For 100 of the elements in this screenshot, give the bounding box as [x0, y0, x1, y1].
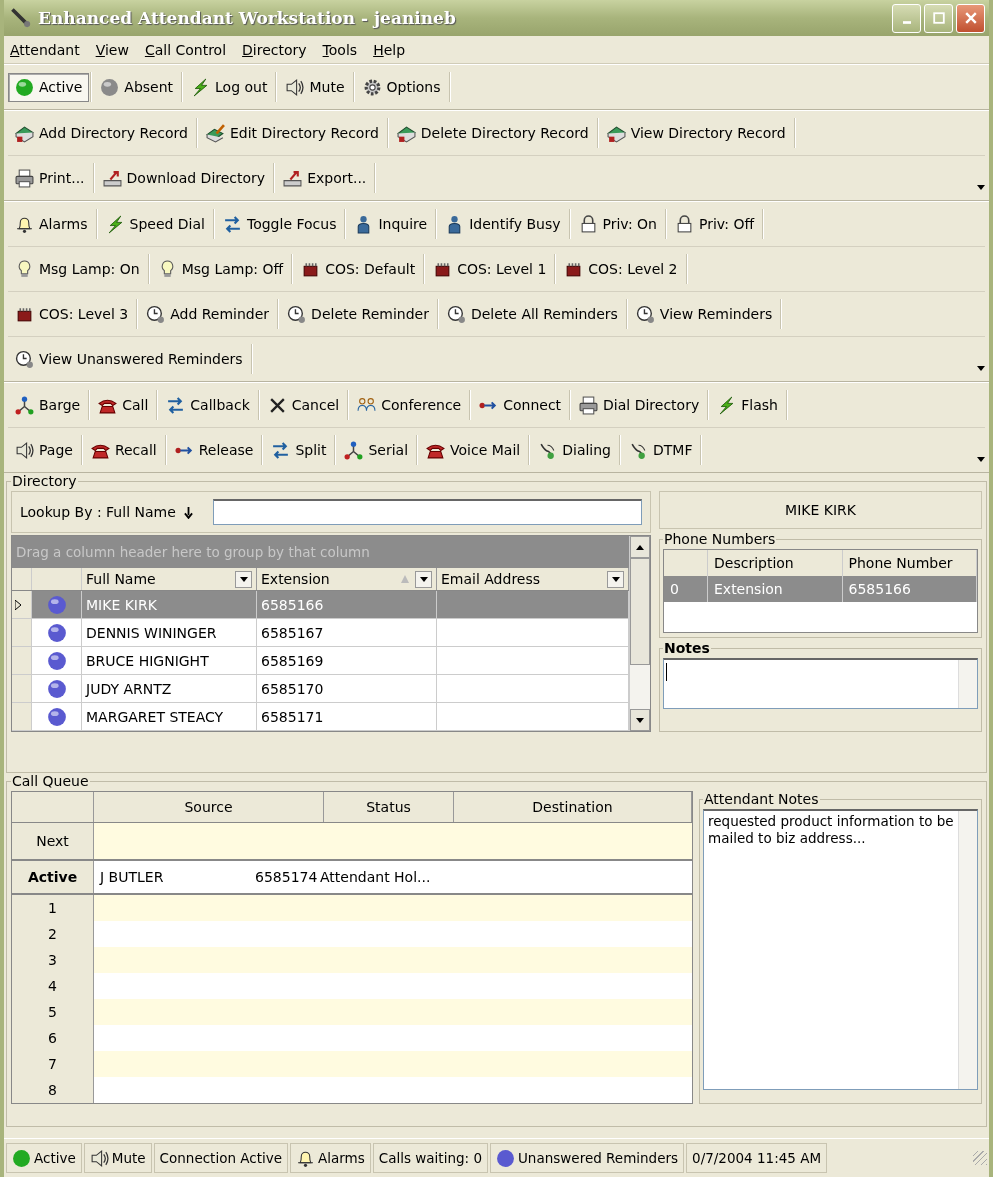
scrollbar[interactable] [958, 660, 977, 708]
toolbar-button[interactable]: Connect [472, 390, 569, 420]
toolbar-button[interactable]: Voice Mail [419, 435, 528, 465]
status-ball-icon [45, 706, 68, 727]
dropdown-button[interactable] [415, 570, 432, 588]
toolbar-button[interactable]: Priv: On [571, 209, 664, 239]
column-header[interactable]: Source [94, 792, 324, 822]
toolbar-button[interactable]: Split [264, 435, 334, 465]
toolbar-button[interactable]: Inquire [347, 209, 435, 239]
status-ball-icon [15, 77, 34, 97]
notes-field[interactable] [663, 658, 978, 709]
status-ball-icon [45, 650, 68, 671]
sort-arrow-icon [401, 575, 409, 583]
toolbar-button[interactable]: Priv: Off [667, 209, 762, 239]
close-button[interactable] [956, 3, 985, 33]
dropdown-button[interactable] [607, 570, 624, 588]
toolbar-button[interactable]: Download Directory [95, 163, 273, 193]
toolbar-button[interactable]: Mute [278, 72, 352, 102]
directory-row[interactable]: BRUCE HIGNIGHT 6585169 [12, 647, 629, 675]
overflow-arrow-icon[interactable] [977, 365, 985, 371]
column-header[interactable]: Status [324, 792, 454, 822]
toolbar-button[interactable]: Alarms [8, 209, 95, 239]
table-cell: 6585169 [257, 647, 437, 674]
toolbar-button[interactable]: Edit Directory Record [198, 118, 386, 148]
menu-item[interactable]: Call Control [144, 41, 227, 58]
status-text: Active [34, 1150, 76, 1166]
toolbar-button[interactable]: Page [8, 435, 80, 465]
toolbar-button[interactable]: Delete Directory Record [389, 118, 596, 148]
table-cell: 6585166 [842, 576, 977, 602]
toolbar-button[interactable]: DTMF [622, 435, 700, 465]
toolbar-button[interactable]: COS: Level 1 [426, 254, 554, 284]
toolbar-button[interactable]: Conference [350, 390, 469, 420]
toolbar-button[interactable]: Absent [93, 72, 181, 102]
toolbar-button[interactable]: Delete Reminder [280, 299, 436, 329]
table-cell: 6585166 [257, 591, 437, 618]
toolbar-button[interactable]: Msg Lamp: On [8, 254, 147, 284]
toolbar-button[interactable]: Toggle Focus [216, 209, 344, 239]
toolbar-button[interactable]: Speed Dial [98, 209, 212, 239]
directory-row[interactable]: MARGARET STEACY 6585171 [12, 703, 629, 731]
section-title: Phone Numbers [663, 531, 777, 547]
toolbar-button[interactable]: Log out [184, 72, 275, 102]
toolbar-button[interactable]: Callback [159, 390, 257, 420]
nodes-icon [344, 440, 364, 460]
lookup-field[interactable] [212, 499, 642, 525]
toolbar-button[interactable]: Dial Directory [572, 390, 707, 420]
toolbar-button[interactable]: Export... [276, 163, 374, 193]
down-arrow-icon[interactable] [636, 717, 644, 723]
toolbar-button[interactable]: Serial [337, 435, 416, 465]
toolbar-button[interactable]: Dialing [531, 435, 618, 465]
toolbar-button[interactable]: View Reminders [628, 299, 780, 329]
toolbar-button[interactable]: Flash [710, 390, 785, 420]
overflow-arrow-icon[interactable] [977, 184, 985, 190]
toolbar-button[interactable]: COS: Default [294, 254, 423, 284]
toolbar-button[interactable]: Barge [8, 390, 88, 420]
dropdown-button[interactable] [235, 570, 252, 588]
arrows-icon [166, 395, 186, 415]
column-header[interactable]: Destination [454, 792, 692, 822]
notes-text: requested product information to be mailed to biz address... [707, 812, 955, 848]
scrollbar[interactable] [958, 811, 977, 1089]
directory-row[interactable]: JUDY ARNTZ 6585170 [12, 675, 629, 703]
overflow-arrow-icon[interactable] [977, 456, 985, 462]
toolbar-button[interactable]: Release [167, 435, 261, 465]
status-ball-icon [100, 77, 120, 97]
arrows-icon [223, 214, 242, 234]
toolbar-button[interactable]: Print... [8, 163, 92, 193]
menu-item[interactable]: Help [373, 41, 406, 58]
status-ball-icon [45, 622, 68, 643]
directory-row[interactable]: DENNIS WININGER 6585167 [12, 619, 629, 647]
menu-item[interactable]: Directory [242, 41, 307, 58]
group-by-hint: Drag a column header here to group by that column [12, 536, 629, 568]
toolbar-button[interactable]: View Unanswered Reminders [8, 344, 250, 374]
close-icon [964, 12, 977, 24]
toolbar-button[interactable]: Add Reminder [139, 299, 277, 329]
maximize-icon [932, 12, 945, 24]
up-arrow-icon[interactable] [636, 544, 644, 550]
scrollbar[interactable] [629, 536, 650, 731]
menu-item[interactable]: View [95, 41, 129, 58]
toolbar-button[interactable]: Identify Busy [438, 209, 568, 239]
toolbar-button[interactable]: Add Directory Record [8, 118, 195, 148]
attendant-notes-field[interactable]: requested product information to be mailed to biz address... [703, 809, 978, 1090]
toolbar-button[interactable]: Call [91, 390, 156, 420]
row-header: Next [12, 823, 94, 859]
toolbar-button[interactable]: Active [8, 72, 90, 102]
section-title: Call Queue [11, 773, 90, 789]
toolbar-button[interactable]: Cancel [260, 390, 347, 420]
table-cell-text: J BUTLER [98, 869, 165, 885]
toolbar-button[interactable]: COS: Level 2 [557, 254, 685, 284]
toolbar-button[interactable]: Options [355, 72, 448, 102]
menu-item[interactable]: Attendant [10, 41, 80, 58]
toolbar-button[interactable]: View Directory Record [599, 118, 793, 148]
toolbar-button[interactable]: COS: Level 3 [8, 299, 136, 329]
menu-item[interactable]: Tools [322, 41, 358, 58]
down-arrow-icon[interactable] [183, 505, 193, 519]
caret-icon [419, 576, 428, 582]
toolbar-button[interactable]: Msg Lamp: Off [150, 254, 291, 284]
printer-icon [579, 395, 599, 415]
toolbar-button[interactable]: Recall [83, 435, 164, 465]
window-title: Enhanced Attendant Workstation - jeanineb [38, 8, 456, 28]
toolbar-button[interactable]: Delete All Reminders [439, 299, 625, 329]
resize-grip[interactable] [973, 1151, 987, 1165]
